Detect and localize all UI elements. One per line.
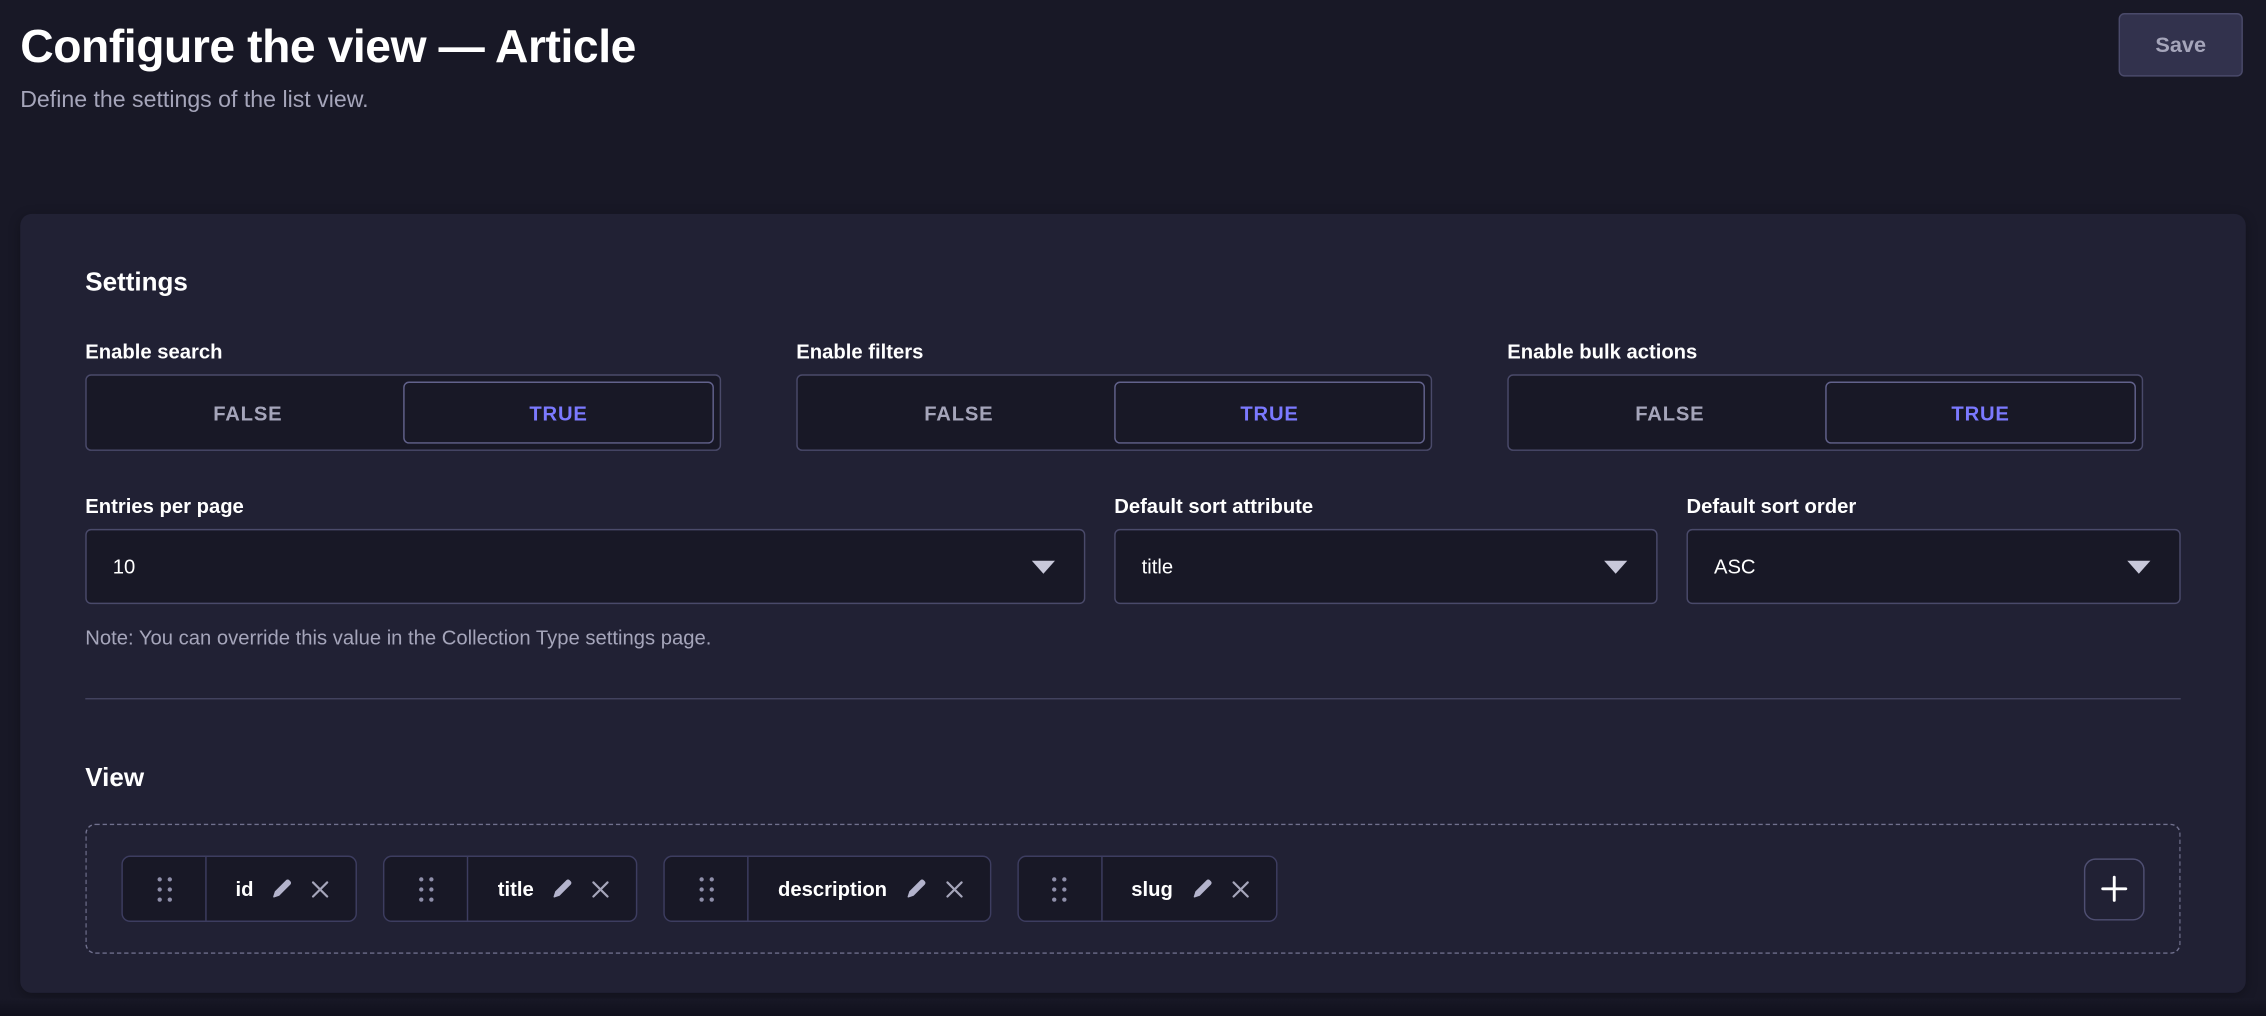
edit-field-button[interactable] bbox=[906, 879, 926, 899]
field-chip-list: id title bbox=[121, 856, 2144, 922]
drag-handle[interactable] bbox=[385, 857, 469, 921]
save-button[interactable]: Save bbox=[2119, 13, 2243, 77]
field-chip-slug[interactable]: slug bbox=[1017, 856, 1277, 922]
view-fields-dropzone: id title bbox=[85, 824, 2180, 954]
enable-bulk-actions-toggle[interactable]: FALSE TRUE bbox=[1507, 374, 2143, 451]
enable-search-toggle[interactable]: FALSE TRUE bbox=[85, 374, 721, 451]
enable-filters-field: Enable filters FALSE TRUE bbox=[796, 337, 1432, 451]
page-title: Configure the view — Article bbox=[20, 17, 2243, 75]
default-sort-attribute-select[interactable]: title bbox=[1114, 529, 1657, 604]
default-sort-attribute-value: title bbox=[1142, 555, 1173, 578]
remove-field-button[interactable] bbox=[1231, 879, 1250, 898]
field-chip-label: id bbox=[236, 877, 254, 900]
default-sort-order-select[interactable]: ASC bbox=[1686, 529, 2180, 604]
entries-per-page-label: Entries per page bbox=[85, 491, 1085, 520]
enable-bulk-actions-false-option[interactable]: FALSE bbox=[1515, 382, 1826, 444]
caret-down-icon bbox=[2127, 560, 2150, 573]
section-divider bbox=[85, 698, 2180, 699]
chip-body: title bbox=[469, 857, 636, 921]
default-sort-order-label: Default sort order bbox=[1686, 491, 2180, 520]
entries-per-page-value: 10 bbox=[113, 555, 136, 578]
default-sort-order-field: Default sort order ASC bbox=[1686, 491, 2180, 604]
page-header: Configure the view — Article Define the … bbox=[0, 0, 2266, 116]
x-icon bbox=[311, 879, 330, 898]
toggles-row: Enable search FALSE TRUE Enable filters … bbox=[85, 337, 2180, 451]
remove-field-button[interactable] bbox=[592, 879, 611, 898]
plus-icon bbox=[2098, 873, 2130, 905]
drag-dots-icon bbox=[1053, 876, 1067, 901]
x-icon bbox=[1231, 879, 1250, 898]
enable-bulk-actions-label: Enable bulk actions bbox=[1507, 337, 2143, 366]
field-chip-id[interactable]: id bbox=[121, 856, 357, 922]
drag-handle[interactable] bbox=[665, 857, 749, 921]
chip-body: id bbox=[207, 857, 357, 921]
drag-dots-icon bbox=[157, 876, 171, 901]
selects-row: Entries per page 10 Default sort attribu… bbox=[85, 491, 2180, 604]
field-chip-label: description bbox=[778, 877, 887, 900]
pencil-icon bbox=[1192, 879, 1212, 899]
bottom-shade bbox=[0, 999, 2266, 1016]
edit-field-button[interactable] bbox=[272, 879, 292, 899]
configure-view-page: Configure the view — Article Define the … bbox=[0, 0, 2266, 1016]
pencil-icon bbox=[906, 879, 926, 899]
enable-search-false-option[interactable]: FALSE bbox=[92, 382, 403, 444]
chip-body: slug bbox=[1102, 857, 1275, 921]
chip-body: description bbox=[749, 857, 990, 921]
caret-down-icon bbox=[1032, 560, 1055, 573]
settings-card: Settings Enable search FALSE TRUE Enable… bbox=[20, 214, 2246, 993]
entries-note: Note: You can override this value in the… bbox=[85, 623, 2180, 652]
caret-down-icon bbox=[1604, 560, 1627, 573]
field-chip-label: title bbox=[498, 877, 534, 900]
screenshot-viewport: Configure the view — Article Define the … bbox=[0, 0, 2266, 1016]
page-subtitle: Define the settings of the list view. bbox=[20, 87, 2243, 116]
pencil-icon bbox=[272, 879, 292, 899]
add-field-button[interactable] bbox=[2084, 858, 2145, 920]
pencil-icon bbox=[553, 879, 573, 899]
x-icon bbox=[592, 879, 611, 898]
default-sort-attribute-label: Default sort attribute bbox=[1114, 491, 1657, 520]
enable-bulk-actions-true-option[interactable]: TRUE bbox=[1825, 382, 2136, 444]
drag-handle[interactable] bbox=[1019, 857, 1103, 921]
enable-filters-toggle[interactable]: FALSE TRUE bbox=[796, 374, 1432, 451]
drag-dots-icon bbox=[419, 876, 433, 901]
default-sort-attribute-field: Default sort attribute title bbox=[1114, 491, 1657, 604]
enable-search-true-option[interactable]: TRUE bbox=[403, 382, 714, 444]
view-heading: View bbox=[85, 760, 2180, 795]
field-chip-label: slug bbox=[1131, 877, 1173, 900]
settings-heading: Settings bbox=[85, 264, 2180, 299]
entries-per-page-select[interactable]: 10 bbox=[85, 529, 1085, 604]
enable-filters-label: Enable filters bbox=[796, 337, 1432, 366]
enable-bulk-actions-field: Enable bulk actions FALSE TRUE bbox=[1507, 337, 2143, 451]
remove-field-button[interactable] bbox=[311, 879, 330, 898]
enable-filters-false-option[interactable]: FALSE bbox=[804, 382, 1115, 444]
enable-filters-true-option[interactable]: TRUE bbox=[1114, 382, 1425, 444]
field-chip-title[interactable]: title bbox=[384, 856, 638, 922]
drag-handle[interactable] bbox=[123, 857, 207, 921]
drag-dots-icon bbox=[699, 876, 713, 901]
remove-field-button[interactable] bbox=[945, 879, 964, 898]
enable-search-field: Enable search FALSE TRUE bbox=[85, 337, 721, 451]
enable-search-label: Enable search bbox=[85, 337, 721, 366]
x-icon bbox=[945, 879, 964, 898]
field-chip-description[interactable]: description bbox=[664, 856, 991, 922]
edit-field-button[interactable] bbox=[553, 879, 573, 899]
entries-per-page-field: Entries per page 10 bbox=[85, 491, 1085, 604]
edit-field-button[interactable] bbox=[1192, 879, 1212, 899]
default-sort-order-value: ASC bbox=[1714, 555, 1756, 578]
